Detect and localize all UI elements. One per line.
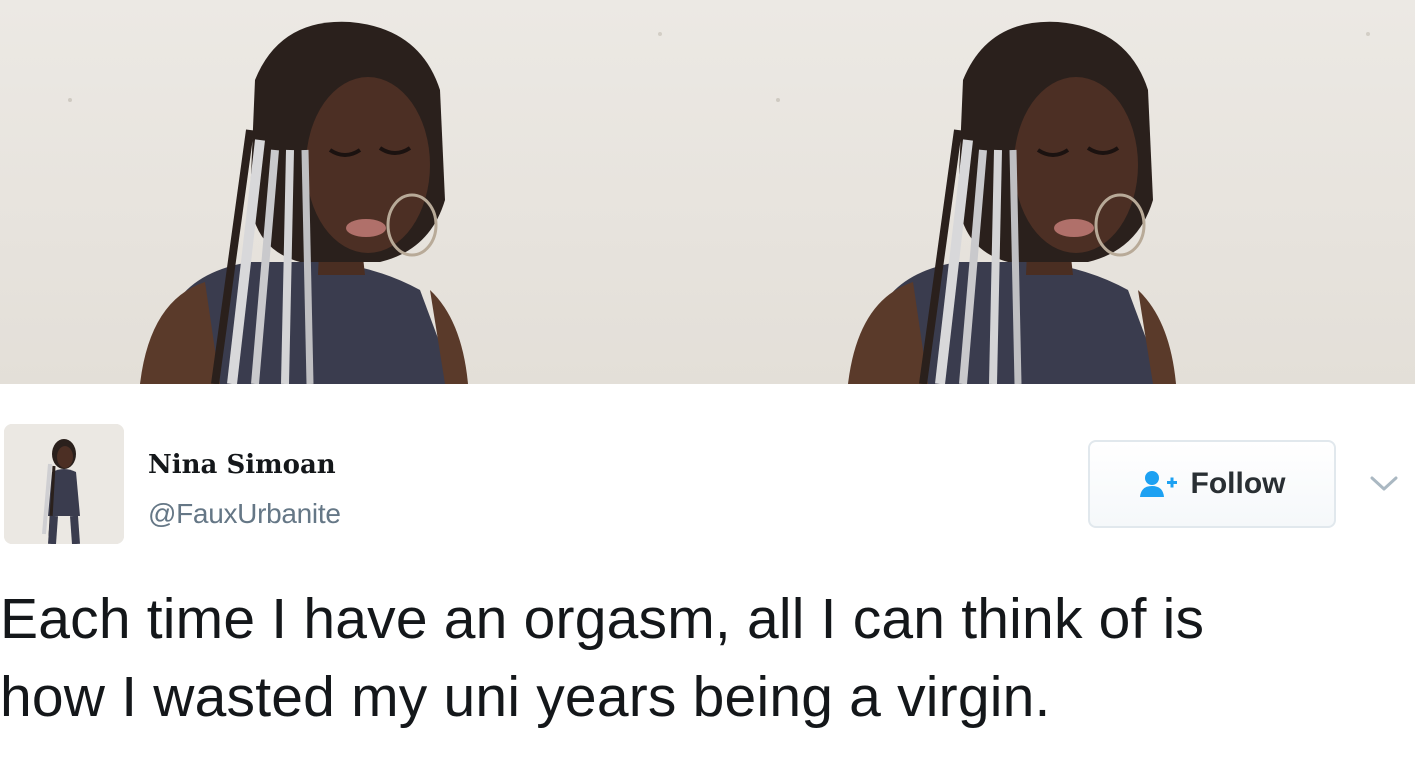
add-user-icon [1139, 469, 1179, 499]
header-photo-left [0, 0, 708, 384]
header-photo-strip [0, 0, 1415, 384]
screen-name[interactable]: @FauxUrbanite [148, 498, 341, 530]
follow-label: Follow [1190, 467, 1286, 500]
tweet-text-line: how I wasted my uni years being a virgin… [0, 665, 1051, 729]
person-photo-image [775, 21, 1370, 384]
follow-button[interactable]: Follow [1088, 440, 1336, 528]
avatar[interactable] [4, 424, 124, 544]
tweet-text: Each time I have an orgasm, all I can th… [0, 580, 1410, 736]
person-photo-image [68, 21, 662, 384]
tweet-text-line: Each time I have an orgasm, all I can th… [0, 587, 1205, 651]
avatar-image [4, 424, 124, 544]
display-name[interactable]: Nina Simoan [148, 450, 336, 480]
header-photo-right [707, 0, 1415, 384]
chevron-down-icon[interactable] [1366, 470, 1402, 496]
